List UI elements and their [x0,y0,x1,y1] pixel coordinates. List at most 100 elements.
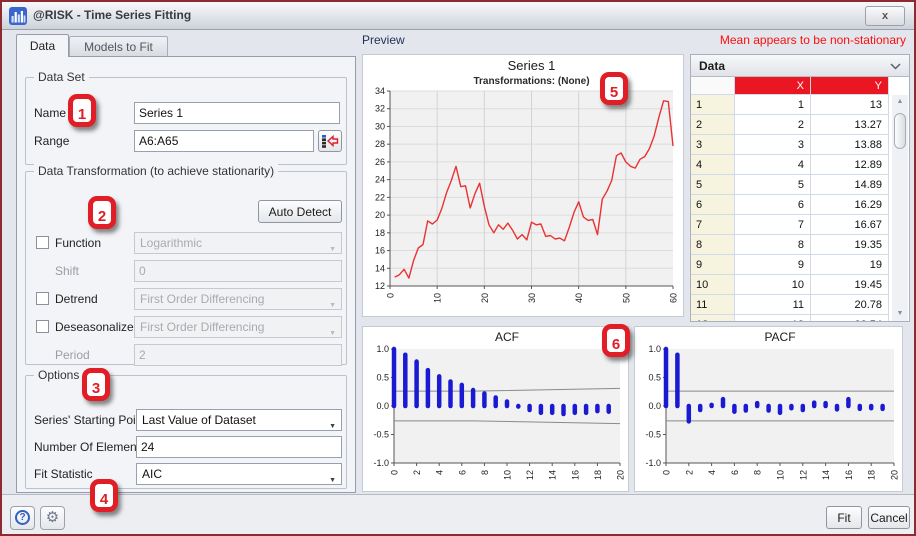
detrend-checkbox[interactable] [36,292,49,305]
data-cell[interactable]: 16.67 [811,215,889,235]
data-cell[interactable]: 19.35 [811,235,889,255]
deseasonalize-combo[interactable]: First Order Differencing ▼ [134,316,342,338]
function-checkbox[interactable] [36,236,49,249]
data-cell[interactable]: 5 [735,175,811,195]
shift-input[interactable] [134,260,342,282]
data-cell[interactable]: 6 [735,195,811,215]
function-combo[interactable]: Logarithmic ▼ [134,232,342,254]
data-cell[interactable]: 14.89 [811,175,889,195]
row-number-cell[interactable]: 10 [691,275,735,295]
row-number-cell[interactable]: 12 [691,315,735,322]
data-cell[interactable]: 7 [735,215,811,235]
row-number-cell[interactable]: 5 [691,175,735,195]
elements-label: Number Of Elements [34,440,146,454]
data-cell[interactable]: 22.54 [811,315,889,322]
svg-text:8: 8 [480,470,490,475]
series-chart: 1214161820222426283032340102030405060Ser… [363,55,683,316]
elements-input[interactable] [136,436,342,458]
scroll-down-icon[interactable]: ▼ [893,307,907,321]
row-number-cell[interactable]: 3 [691,135,735,155]
svg-text:-1.0: -1.0 [645,458,661,468]
detrend-combo[interactable]: First Order Differencing ▼ [134,288,342,310]
starting-point-combo-value: Last Value of Dataset [142,413,256,427]
svg-text:16: 16 [570,470,580,480]
data-cell[interactable]: 12 [735,315,811,322]
data-cell[interactable]: 13 [811,95,889,115]
table-row[interactable]: 6616.29 [691,195,889,215]
help-button[interactable]: ? [10,506,35,530]
data-cell[interactable]: 10 [735,275,811,295]
tab-models-to-fit[interactable]: Models to Fit [69,36,168,57]
series-chart-panel: 1214161820222426283032340102030405060Ser… [362,54,684,317]
range-input[interactable] [134,130,314,152]
settings-button[interactable]: ⚙ [40,506,65,530]
data-cell[interactable]: 12.89 [811,155,889,175]
table-row[interactable]: 3313.88 [691,135,889,155]
tab-data[interactable]: Data [16,34,69,57]
data-cell[interactable]: 1 [735,95,811,115]
table-row[interactable]: 2213.27 [691,115,889,135]
data-cell[interactable]: 8 [735,235,811,255]
window-title: @RISK - Time Series Fitting [33,8,191,22]
preview-label: Preview [362,33,405,47]
row-number-cell[interactable]: 8 [691,235,735,255]
svg-text:26: 26 [375,157,385,167]
table-row[interactable]: 101019.45 [691,275,889,295]
row-number-cell[interactable]: 1 [691,95,735,115]
table-row[interactable]: 8819.35 [691,235,889,255]
row-number-cell[interactable]: 4 [691,155,735,175]
table-row[interactable]: 4412.89 [691,155,889,175]
data-tab-page: Data Set Name Range Data Transformation … [16,56,356,493]
function-combo-value: Logarithmic [140,236,202,250]
table-row[interactable]: 5514.89 [691,175,889,195]
svg-text:-0.5: -0.5 [645,430,661,440]
svg-text:14: 14 [375,263,385,273]
fit-button[interactable]: Fit [826,506,862,529]
svg-text:4: 4 [435,470,445,475]
table-row[interactable]: 1113 [691,95,889,115]
data-cell[interactable]: 20.78 [811,295,889,315]
table-row[interactable]: 9919 [691,255,889,275]
row-number-cell[interactable]: 7 [691,215,735,235]
data-cell[interactable]: 2 [735,115,811,135]
starting-point-combo[interactable]: Last Value of Dataset ▼ [136,409,342,431]
row-number-cell[interactable]: 11 [691,295,735,315]
cancel-button[interactable]: Cancel [868,506,910,529]
svg-text:60: 60 [669,293,679,303]
scrollbar-thumb[interactable] [894,113,906,149]
fit-statistic-combo[interactable]: AIC ▼ [136,463,342,485]
range-picker-button[interactable] [318,130,342,152]
table-scrollbar[interactable]: ▲ ▼ [892,95,908,321]
footer-bar: ? ⚙ Fit Cancel [2,494,914,536]
data-cell[interactable]: 9 [735,255,811,275]
svg-text:Series 1: Series 1 [508,58,556,73]
scroll-up-icon[interactable]: ▲ [893,95,907,109]
pacf-chart: -1.0-0.50.00.51.002468101214161820PACF [635,327,902,491]
chevron-down-icon[interactable] [890,63,901,70]
svg-text:1.0: 1.0 [648,344,661,354]
period-input[interactable] [134,344,342,366]
gear-icon: ⚙ [41,507,64,529]
data-panel-header[interactable]: Data [691,55,909,77]
auto-detect-button[interactable]: Auto Detect [258,200,342,223]
row-number-cell[interactable]: 9 [691,255,735,275]
close-button[interactable]: x [865,6,905,26]
row-number-cell[interactable]: 6 [691,195,735,215]
data-cell[interactable]: 19 [811,255,889,275]
data-cell[interactable]: 16.29 [811,195,889,215]
data-cell[interactable]: 19.45 [811,275,889,295]
table-row[interactable]: 111120.78 [691,295,889,315]
table-row[interactable]: 7716.67 [691,215,889,235]
table-row[interactable]: 121222.54 [691,315,889,322]
callout-badge-5: 5 [600,72,628,105]
name-input[interactable] [134,102,340,124]
data-cell[interactable]: 4 [735,155,811,175]
svg-text:0: 0 [386,293,396,298]
deseasonalize-checkbox[interactable] [36,320,49,333]
data-cell[interactable]: 3 [735,135,811,155]
row-number-cell[interactable]: 2 [691,115,735,135]
data-cell[interactable]: 13.27 [811,115,889,135]
data-cell[interactable]: 11 [735,295,811,315]
options-group: Options Series' Starting Point Last Valu… [25,375,347,489]
data-cell[interactable]: 13.88 [811,135,889,155]
